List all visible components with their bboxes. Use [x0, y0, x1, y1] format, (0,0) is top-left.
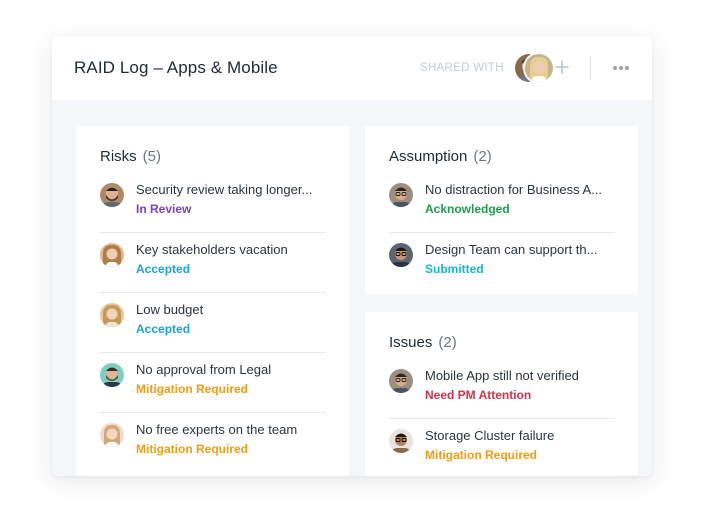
- risk-name: Low budget: [136, 302, 204, 317]
- issue-item[interactable]: Storage Cluster failure Mitigation Requi…: [389, 419, 615, 476]
- shared-avatars: [513, 52, 555, 84]
- card-header: RAID Log – Apps & Mobile SHARED WITH: [52, 36, 652, 100]
- assumption-item[interactable]: Design Team can support th... Submitted: [389, 233, 615, 293]
- risk-item[interactable]: Key stakeholders vacation Accepted: [100, 233, 326, 293]
- raid-log-card: RAID Log – Apps & Mobile SHARED WITH Ris…: [52, 36, 652, 476]
- issues-title-text: Issues: [389, 334, 433, 351]
- risk-name: No free experts on the team: [136, 422, 298, 437]
- risk-name: Security review taking longer...: [136, 182, 313, 197]
- risk-name: No approval from Legal: [136, 362, 272, 377]
- status-label: Need PM Attention: [425, 388, 532, 402]
- risks-panel: Risks (5) Security review taking longer..…: [76, 126, 349, 476]
- avatar: [100, 183, 124, 207]
- status-label: Mitigation Required: [425, 448, 537, 462]
- avatar: [100, 423, 124, 447]
- risk-item[interactable]: No free experts on the team Mitigation R…: [100, 413, 326, 473]
- issue-name: Storage Cluster failure: [425, 428, 555, 443]
- risks-count: (5): [142, 148, 162, 165]
- status-label: Submitted: [425, 262, 484, 276]
- issue-item[interactable]: Mobile App still not verified Need PM At…: [389, 359, 615, 419]
- issues-count: (2): [438, 334, 457, 351]
- status-label: Accepted: [136, 322, 191, 336]
- risks-title-text: Risks: [100, 148, 137, 165]
- assumption-title: Assumption (2): [389, 148, 492, 165]
- avatar: [389, 243, 413, 267]
- assumption-count: (2): [473, 148, 492, 165]
- status-label: Mitigation Required: [136, 382, 248, 396]
- status-label: Acknowledged: [425, 202, 510, 216]
- avatar: [100, 363, 124, 387]
- assumption-item[interactable]: No distraction for Business A... Acknowl…: [389, 173, 615, 233]
- issue-name: Mobile App still not verified: [425, 368, 579, 383]
- issues-title: Issues (2): [389, 334, 457, 351]
- assumption-name: No distraction for Business A...: [425, 182, 603, 197]
- avatar: [389, 429, 413, 453]
- assumption-title-text: Assumption: [389, 148, 468, 165]
- page-title: RAID Log – Apps & Mobile: [74, 58, 278, 77]
- avatar[interactable]: [523, 52, 555, 84]
- risks-title: Risks (5): [100, 148, 161, 165]
- add-icon[interactable]: [554, 59, 570, 75]
- status-label: In Review: [136, 202, 192, 216]
- risk-item[interactable]: Security review taking longer... In Revi…: [100, 173, 326, 233]
- avatar: [100, 243, 124, 267]
- risk-item[interactable]: Low budget Accepted: [100, 293, 326, 353]
- assumption-panel: Assumption (2) No distraction for Busines…: [365, 126, 638, 295]
- risk-item[interactable]: No approval from Legal Mitigation Requir…: [100, 353, 326, 413]
- avatar: [100, 303, 124, 327]
- shared-with-label: SHARED WITH: [420, 62, 504, 74]
- assumption-name: Design Team can support th...: [425, 242, 598, 257]
- status-label: Mitigation Required: [136, 442, 248, 456]
- issues-panel: Issues (2) Mobile App still not verified …: [365, 312, 638, 476]
- status-label: Accepted: [136, 262, 191, 276]
- more-options-icon[interactable]: [613, 66, 631, 72]
- avatar: [389, 183, 413, 207]
- avatar: [389, 369, 413, 393]
- risk-name: Key stakeholders vacation: [136, 242, 288, 257]
- header-divider: [590, 56, 591, 80]
